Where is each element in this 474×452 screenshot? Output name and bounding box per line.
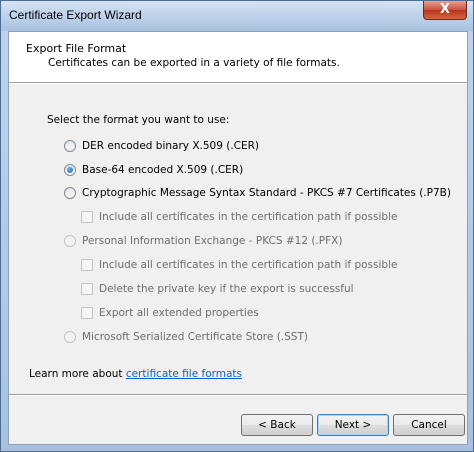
radio-pfx[interactable] xyxy=(64,235,76,247)
pfx-export-props-checkbox[interactable]: Export all extended properties xyxy=(81,307,259,319)
p7b-include-path-box[interactable] xyxy=(81,211,93,223)
wizard-footer: < Back Next > Cancel xyxy=(9,396,467,444)
pfx-export-props-box[interactable] xyxy=(81,307,93,319)
pfx-include-path-box[interactable] xyxy=(81,259,93,271)
option-der[interactable]: DER encoded binary X.509 (.CER) xyxy=(64,140,259,152)
pfx-export-props-label: Export all extended properties xyxy=(99,307,259,319)
option-base64[interactable]: Base-64 encoded X.509 (.CER) xyxy=(64,164,243,176)
pfx-delete-key-checkbox[interactable]: Delete the private key if the export is … xyxy=(81,283,354,295)
learn-more-text: Learn more about xyxy=(29,368,126,380)
p7b-include-path-checkbox[interactable]: Include all certificates in the certific… xyxy=(81,211,397,223)
pfx-delete-key-box[interactable] xyxy=(81,283,93,295)
learn-more-link[interactable]: certificate file formats xyxy=(126,368,242,380)
back-button[interactable]: < Back xyxy=(241,414,313,436)
learn-more: Learn more about certificate file format… xyxy=(29,368,242,380)
wizard-client: Export File Format Certificates can be e… xyxy=(8,31,468,445)
next-button[interactable]: Next > xyxy=(317,414,389,436)
cancel-button[interactable]: Cancel xyxy=(393,414,465,436)
option-p7b-label: Cryptographic Message Syntax Standard - … xyxy=(82,187,451,199)
option-sst[interactable]: Microsoft Serialized Certificate Store (… xyxy=(64,331,308,343)
option-der-label: DER encoded binary X.509 (.CER) xyxy=(82,140,260,152)
page-subtitle: Certificates can be exported in a variet… xyxy=(48,57,340,69)
radio-sst[interactable] xyxy=(64,331,76,343)
title-bar[interactable]: Certificate Export Wizard X xyxy=(1,1,473,31)
p7b-include-path-label: Include all certificates in the certific… xyxy=(99,211,398,223)
page-title: Export File Format xyxy=(26,42,127,55)
radio-p7b[interactable] xyxy=(64,187,76,199)
pfx-include-path-label: Include all certificates in the certific… xyxy=(99,259,398,271)
window-title: Certificate Export Wizard xyxy=(9,8,142,22)
wizard-body: Select the format you want to use: DER e… xyxy=(9,84,467,394)
option-base64-label: Base-64 encoded X.509 (.CER) xyxy=(82,164,244,176)
radio-base64[interactable] xyxy=(64,164,76,176)
pfx-include-path-checkbox[interactable]: Include all certificates in the certific… xyxy=(81,259,397,271)
close-button[interactable]: X xyxy=(423,1,467,20)
option-p7b[interactable]: Cryptographic Message Syntax Standard - … xyxy=(64,187,451,199)
radio-der[interactable] xyxy=(64,140,76,152)
option-sst-label: Microsoft Serialized Certificate Store (… xyxy=(82,331,308,343)
wizard-header: Export File Format Certificates can be e… xyxy=(9,32,467,82)
option-pfx-label: Personal Information Exchange - PKCS #12… xyxy=(82,235,343,247)
pfx-delete-key-label: Delete the private key if the export is … xyxy=(99,283,354,295)
wizard-window: Certificate Export Wizard X Export File … xyxy=(0,0,474,452)
option-pfx[interactable]: Personal Information Exchange - PKCS #12… xyxy=(64,235,342,247)
format-prompt: Select the format you want to use: xyxy=(47,114,230,126)
